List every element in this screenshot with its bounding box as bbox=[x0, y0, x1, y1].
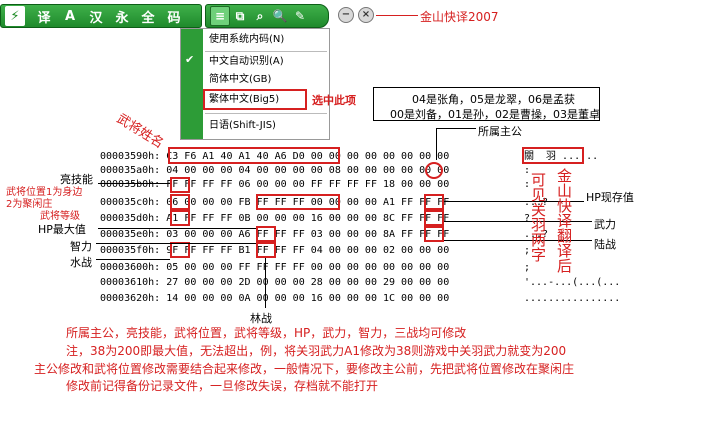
full-button[interactable]: 全 bbox=[135, 6, 161, 26]
index-box: 04是张角，05是龙翠，06是孟获 00是刘备，01是孙，02是曹操，03是董卓 bbox=[373, 87, 600, 121]
lord-line bbox=[436, 128, 476, 129]
hex-row: 00003610h: 27 00 00 00 2D 00 00 00 28 00… bbox=[100, 277, 450, 288]
skill-byte-box bbox=[170, 177, 190, 193]
lightning-icon[interactable]: ⚡ bbox=[5, 6, 25, 26]
force-label: 武力 bbox=[594, 218, 616, 231]
jinshan-note: 金山快译翻译后 bbox=[555, 168, 573, 273]
menu-separator bbox=[205, 113, 327, 114]
general-name-label: 武将姓名 bbox=[113, 111, 166, 152]
select-note: 选中此项 bbox=[312, 94, 356, 107]
menu-item-shiftjis[interactable]: 日语(Shift-JIS) bbox=[209, 117, 276, 135]
english-button[interactable]: A bbox=[57, 6, 83, 26]
copy-icon[interactable]: ⧉ bbox=[230, 6, 250, 26]
hex-row: 000035a0h: 04 00 00 00 04 00 00 00 00 08… bbox=[100, 165, 450, 176]
name-bytes-box bbox=[168, 147, 340, 164]
close-button[interactable]: × bbox=[358, 7, 374, 23]
land-byte-box bbox=[424, 226, 444, 242]
position-byte-box bbox=[170, 194, 190, 210]
ascii-cell: '...-...(...(... bbox=[524, 277, 621, 288]
menu-item-gb[interactable]: 简体中文(GB) bbox=[209, 71, 271, 89]
hex-row: 00003620h: 14 00 00 00 0A 00 00 00 16 00… bbox=[100, 293, 450, 304]
encoding-button[interactable]: 码 bbox=[161, 6, 187, 26]
find-icon[interactable]: ⌕ bbox=[250, 6, 270, 26]
water-byte-box bbox=[170, 242, 190, 258]
chinese-button[interactable]: 汉 bbox=[83, 6, 109, 26]
intel-line bbox=[96, 243, 256, 244]
hex-row: 000035b0h: FF FF FF FF 06 00 00 00 FF FF… bbox=[100, 179, 450, 190]
big5-highlight-box bbox=[203, 89, 307, 110]
menu-strip bbox=[181, 29, 203, 139]
secondary-toolbar: ≡ ⧉ ⌕ 🔍 ✎ bbox=[205, 4, 329, 28]
menu-icon[interactable]: ≡ bbox=[210, 6, 230, 26]
skill-line bbox=[98, 183, 170, 184]
main-toolbar: ⚡ 译 A 汉 永 全 码 bbox=[0, 4, 202, 28]
forest-byte-box bbox=[256, 242, 276, 258]
hp-now-label: HP现存值 bbox=[586, 191, 634, 204]
note-line-2: 注，38为200即最大值，无法超出，例，将关羽武力A1修改为38则游戏中关羽武力… bbox=[66, 344, 567, 358]
app-label-line bbox=[376, 15, 418, 16]
level-label: 武将等级 bbox=[40, 211, 80, 222]
hex-row: 00003600h: 05 00 00 00 FF FF FF FF 00 00… bbox=[100, 262, 450, 273]
menu-item-system[interactable]: 使用系统内码(N) bbox=[209, 31, 284, 49]
note-line-1: 所属主公，亮技能，武将位置，武将等级，HP，武力，智力，三战均可修改 bbox=[66, 326, 467, 340]
lord-label: 所属主公 bbox=[478, 125, 522, 138]
hp-max-line bbox=[98, 228, 256, 229]
menu-separator bbox=[205, 51, 327, 52]
note-line-3: 主公修改和武将位置修改需要结合起来修改，一般情况下，要修改主公前，先把武将位置修… bbox=[34, 362, 575, 376]
hp-now-box bbox=[424, 194, 444, 210]
encoding-menu: 使用系统内码(N) ✔ 中文自动识别(A) 简体中文(GB) 繁体中文(Big5… bbox=[180, 28, 330, 140]
permanent-button[interactable]: 永 bbox=[109, 6, 135, 26]
hp-max-label: HP最大值 bbox=[38, 223, 86, 236]
magnify-icon[interactable]: 🔍 bbox=[270, 6, 290, 26]
hp-max-box bbox=[256, 194, 340, 210]
intel-byte-box bbox=[256, 226, 276, 242]
hex-row: 000035d0h: A1 FF FF FF 0B 00 00 00 16 00… bbox=[100, 213, 450, 224]
water-label: 水战 bbox=[70, 256, 92, 269]
tools-icon[interactable]: ✎ bbox=[290, 6, 310, 26]
water-line bbox=[96, 259, 170, 260]
intel-label: 智力 bbox=[70, 240, 92, 253]
translate-button[interactable]: 译 bbox=[31, 6, 57, 26]
guan-visible-note: 可见关羽两字 bbox=[529, 172, 547, 262]
index-line-2: 00是刘备，01是孙，02是曹操，03是董卓 bbox=[390, 108, 600, 121]
forest-line bbox=[265, 258, 266, 308]
lord-byte-circle bbox=[425, 162, 443, 179]
check-icon: ✔ bbox=[185, 53, 195, 66]
level-byte-box bbox=[170, 210, 190, 226]
name-ascii-box bbox=[522, 147, 584, 164]
menu-item-auto[interactable]: 中文自动识别(A) bbox=[209, 53, 284, 71]
index-line-1: 04是张角，05是龙翠，06是孟获 bbox=[412, 93, 575, 106]
minimize-button[interactable]: − bbox=[338, 7, 354, 23]
note-line-4: 修改前记得备份记录文件，一旦修改失误，存档就不能打开 bbox=[66, 379, 379, 393]
ascii-cell: ................ bbox=[524, 293, 621, 304]
app-name-label: 金山快译2007 bbox=[420, 10, 499, 24]
land-label: 陆战 bbox=[594, 238, 616, 251]
force-byte-box bbox=[424, 210, 444, 226]
ascii-cell: ; bbox=[524, 262, 531, 273]
